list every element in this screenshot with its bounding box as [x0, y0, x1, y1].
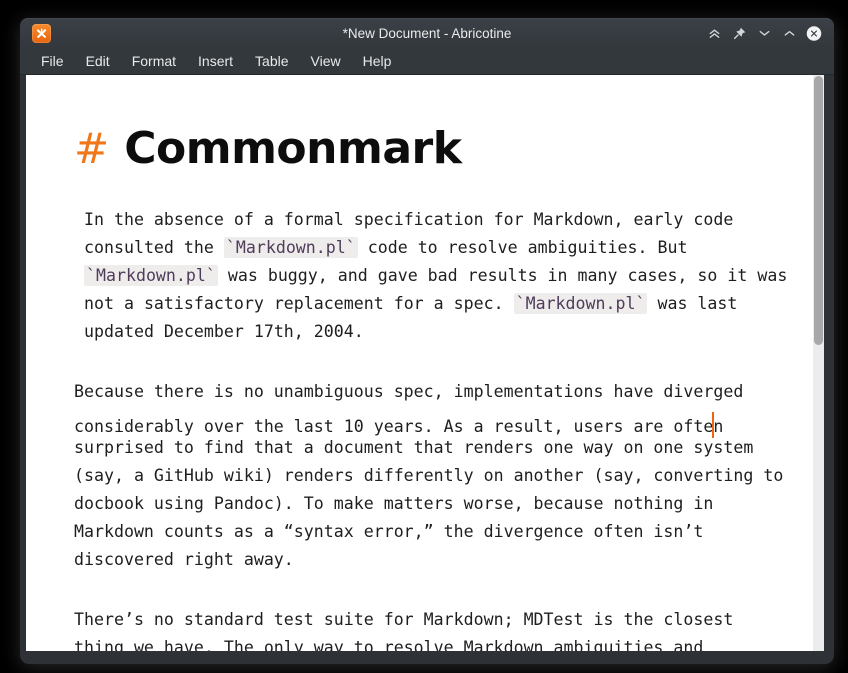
menu-item-help[interactable]: Help	[352, 50, 403, 72]
text-line[interactable]: docbook using Pandoc). To make matters w…	[74, 490, 773, 518]
paragraphs-container: In the absence of a formal specification…	[74, 206, 773, 651]
text-run: surprised to find that a document that r…	[74, 438, 753, 457]
document-area: # Commonmark In the absence of a formal s…	[26, 75, 824, 651]
text-line[interactable]: not a satisfactory replacement for a spe…	[84, 290, 773, 318]
text-line[interactable]: There’s no standard test suite for Markd…	[74, 606, 773, 634]
text-run: code to resolve ambiguities. But	[358, 238, 688, 257]
close-icon	[806, 23, 822, 44]
text-line[interactable]: consulted the `Markdown.pl` code to reso…	[84, 234, 773, 262]
text-run: updated December 17th, 2004.	[84, 322, 364, 341]
window-controls	[706, 26, 822, 42]
paragraph: There’s no standard test suite for Markd…	[74, 606, 773, 651]
text-run: was last	[647, 294, 737, 313]
abricotine-window: *New Document - Abricotine	[20, 18, 834, 664]
text-run: Because there is no unambiguous spec, im…	[74, 382, 743, 401]
text-run: consulted the	[84, 238, 224, 257]
keep-above-button[interactable]	[731, 26, 747, 42]
text-caret	[712, 412, 714, 438]
shade-button[interactable]	[706, 26, 722, 42]
vertical-scrollbar[interactable]	[813, 75, 824, 651]
text-line[interactable]: Because there is no unambiguous spec, im…	[74, 378, 773, 406]
scrollbar-thumb[interactable]	[814, 76, 823, 345]
inline-code: `Markdown.pl`	[224, 237, 358, 258]
text-run: not a satisfactory replacement for a spe…	[84, 294, 514, 313]
inline-code: `Markdown.pl`	[514, 293, 648, 314]
text-run: There’s no standard test suite for Markd…	[74, 610, 733, 629]
title-bar[interactable]: *New Document - Abricotine	[20, 18, 834, 48]
text-line[interactable]: Markdown counts as a “syntax error,” the…	[74, 518, 773, 546]
abricotine-logo-icon	[35, 27, 48, 40]
text-line[interactable]: considerably over the last 10 years. As …	[74, 406, 773, 434]
text-line[interactable]: thing we have. The only way to resolve M…	[74, 634, 773, 651]
h1-hash-marker: #	[74, 124, 110, 173]
text-line[interactable]: (say, a GitHub wiki) renders differently…	[74, 462, 773, 490]
chevron-down-icon	[757, 26, 772, 41]
text-line[interactable]: discovered right away.	[74, 546, 773, 574]
text-run: Markdown counts as a “syntax error,” the…	[74, 522, 703, 541]
inline-code: `Markdown.pl`	[84, 265, 218, 286]
text-line[interactable]: surprised to find that a document that r…	[74, 434, 773, 462]
h1-text: Commonmark	[124, 123, 461, 174]
pin-icon	[732, 26, 747, 41]
text-line[interactable]: In the absence of a formal specification…	[84, 206, 773, 234]
menu-item-file[interactable]: File	[30, 50, 75, 72]
text-run: (say, a GitHub wiki) renders differently…	[74, 466, 783, 485]
markdown-h1: # Commonmark	[74, 121, 773, 180]
menu-item-table[interactable]: Table	[244, 50, 299, 72]
text-run: docbook using Pandoc). To make matters w…	[74, 494, 713, 513]
text-line[interactable]: updated December 17th, 2004.	[84, 318, 773, 346]
text-run: was buggy, and gave bad results in many …	[218, 266, 787, 285]
maximize-button[interactable]	[781, 26, 797, 42]
close-button[interactable]	[806, 26, 822, 42]
editor-content[interactable]: # Commonmark In the absence of a formal s…	[26, 75, 813, 651]
menu-item-insert[interactable]: Insert	[187, 50, 244, 72]
app-menu-button[interactable]	[32, 24, 51, 43]
menu-item-view[interactable]: View	[300, 50, 352, 72]
text-run: discovered right away.	[74, 550, 294, 569]
minimize-button[interactable]	[756, 26, 772, 42]
paragraph: Because there is no unambiguous spec, im…	[74, 378, 773, 574]
text-line[interactable]: `Markdown.pl` was buggy, and gave bad re…	[84, 262, 773, 290]
menu-item-format[interactable]: Format	[121, 50, 187, 72]
text-run: In the absence of a formal specification…	[84, 210, 733, 229]
menu-item-edit[interactable]: Edit	[75, 50, 121, 72]
menu-bar: FileEditFormatInsertTableViewHelp	[20, 48, 834, 75]
double-chevron-up-icon	[707, 26, 722, 41]
paragraph: In the absence of a formal specification…	[74, 206, 773, 346]
chevron-up-icon	[782, 26, 797, 41]
screenshot-root: *New Document - Abricotine	[0, 0, 848, 673]
text-run: thing we have. The only way to resolve M…	[74, 638, 703, 651]
